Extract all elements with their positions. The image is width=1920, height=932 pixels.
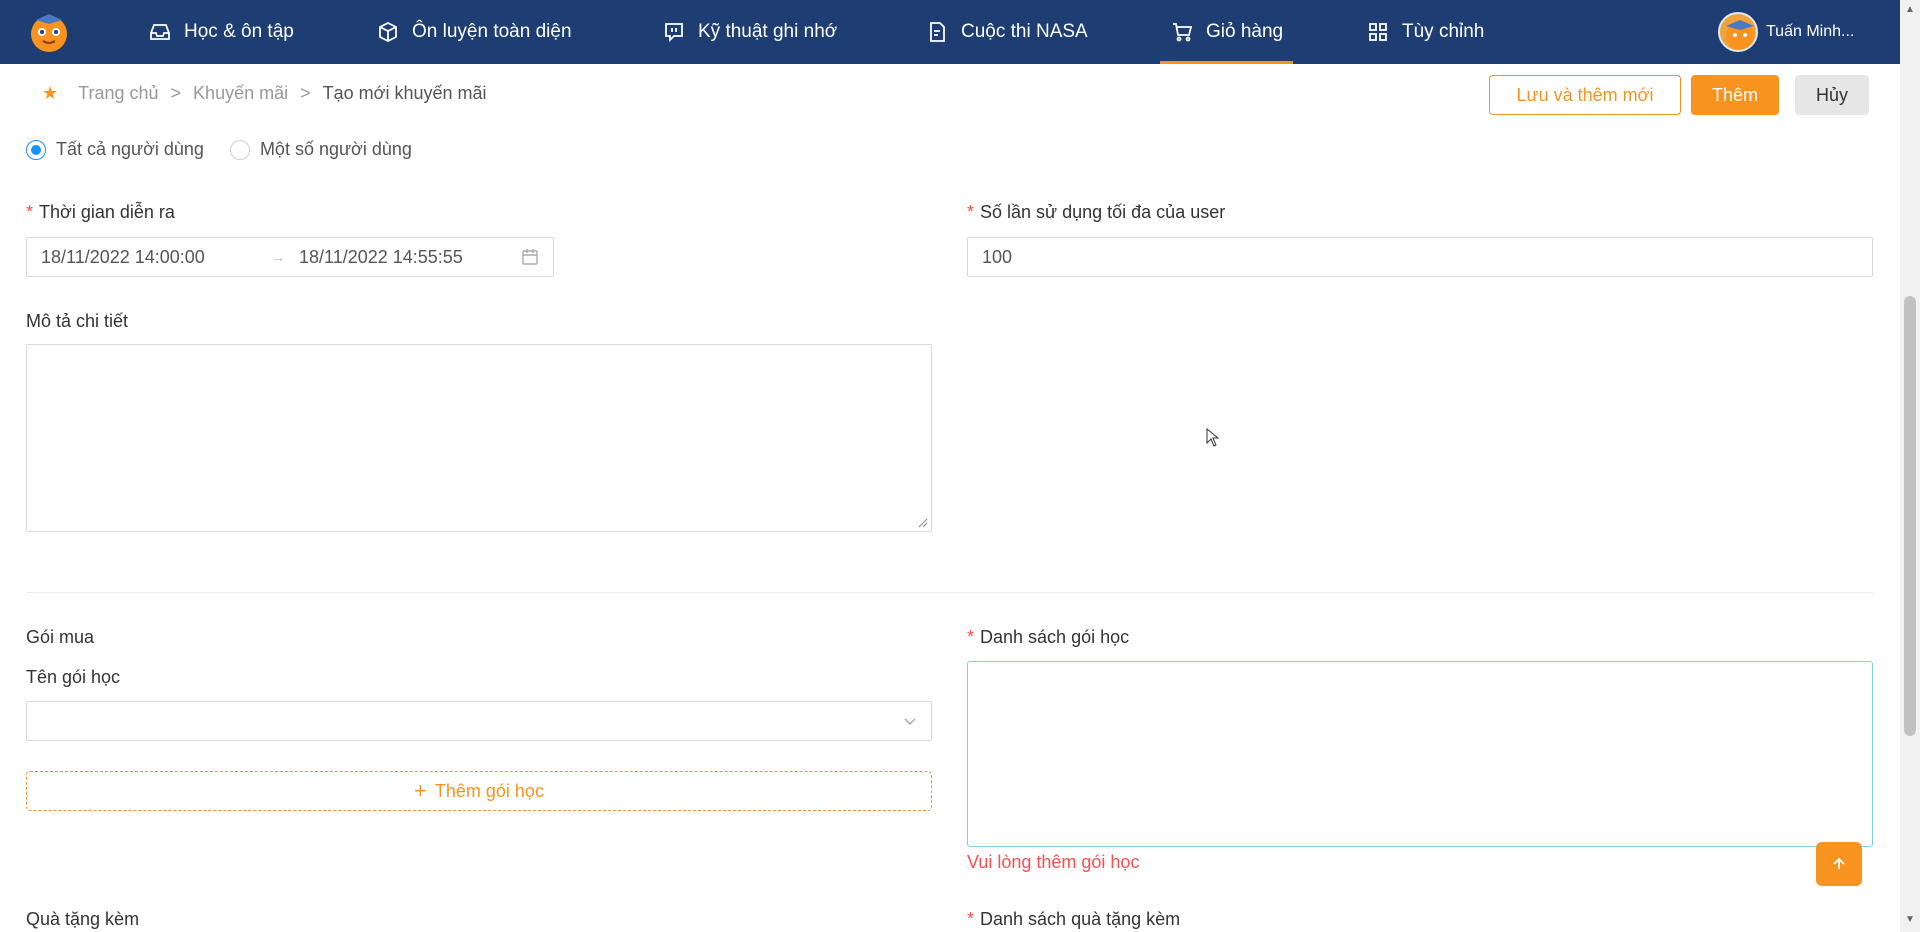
radio-checked-icon[interactable] xyxy=(26,139,46,160)
top-nav: Học & ôn tập Ôn luyện toàn diện Kỹ thuật… xyxy=(0,0,1900,64)
end-date-input[interactable]: 18/11/2022 14:55:55 xyxy=(299,247,499,268)
nav-label: Giỏ hàng xyxy=(1206,21,1284,42)
start-date-input[interactable]: 18/11/2022 14:00:00 xyxy=(41,247,271,268)
nav-item-gio-hang[interactable]: Giỏ hàng xyxy=(1159,0,1294,64)
max-usage-input[interactable]: 100 xyxy=(967,237,1873,277)
nav-item-ky-thuat[interactable]: Kỹ thuật ghi nhớ xyxy=(662,0,837,64)
package-list-box[interactable] xyxy=(967,661,1873,847)
section-divider xyxy=(26,592,1873,593)
nav-item-tuy-chinh[interactable]: Tùy chỉnh xyxy=(1366,0,1484,64)
radio-some-users[interactable]: Một số người dùng xyxy=(229,139,412,160)
nav-item-cuoc-thi[interactable]: Cuộc thi NASA xyxy=(925,0,1088,64)
nav-label: Cuộc thi NASA xyxy=(961,21,1088,42)
avatar xyxy=(1718,12,1758,52)
nav-label: Tùy chỉnh xyxy=(1402,21,1485,42)
radio-label: Tất cả người dùng xyxy=(56,139,204,159)
audience-radio-group: Tất cả người dùng Một số người dùng xyxy=(26,139,412,160)
radio-label: Một số người dùng xyxy=(259,139,412,159)
add-package-label: Thêm gói học xyxy=(434,780,544,801)
back-to-top-button[interactable] xyxy=(1816,842,1862,886)
radio-unchecked-icon[interactable] xyxy=(229,139,250,160)
nav-label: Ôn luyện toàn diện xyxy=(412,21,572,42)
calendar-icon[interactable] xyxy=(521,248,539,266)
nav-label: Học & ôn tập xyxy=(184,21,294,42)
cart-icon xyxy=(1173,23,1193,42)
save-and-new-button[interactable]: Lưu và thêm mới xyxy=(1489,75,1681,115)
package-name-label: Tên gói học xyxy=(26,667,121,687)
package-list-label: * Danh sách gói học xyxy=(967,627,1130,647)
breadcrumb-section[interactable]: Khuyến mãi xyxy=(193,83,288,104)
breadcrumb: ★ Trang chủ > Khuyến mãi > Tạo mới khuyế… xyxy=(42,83,487,104)
gift-section-label: Quà tặng kèm xyxy=(26,909,140,929)
page-scrollbar[interactable]: ▲ ▼ xyxy=(1900,0,1920,932)
package-section-label: Gói mua xyxy=(26,627,95,647)
description-label: Mô tả chi tiết xyxy=(26,311,129,331)
chat-icon xyxy=(665,23,683,43)
breadcrumb-separator: > xyxy=(170,83,182,103)
user-name: Tuấn Minh... xyxy=(1766,23,1855,40)
breadcrumb-current: Tạo mới khuyến mãi xyxy=(322,83,487,103)
scroll-down-icon[interactable]: ▼ xyxy=(1905,914,1915,925)
max-usage-label: * Số lần sử dụng tối đa của user xyxy=(967,202,1226,222)
document-icon xyxy=(930,22,945,42)
mouse-cursor-icon xyxy=(1206,428,1220,447)
scroll-thumb[interactable] xyxy=(1904,296,1916,736)
time-range-label: * Thời gian diễn ra xyxy=(26,202,175,222)
gift-list-label: * Danh sách quà tặng kèm xyxy=(967,909,1181,929)
grid-icon xyxy=(1369,23,1387,41)
inbox-icon xyxy=(150,24,170,40)
resize-handle-icon[interactable] xyxy=(918,518,928,528)
radio-all-users[interactable]: Tất cả người dùng xyxy=(26,139,204,160)
nav-label: Kỹ thuật ghi nhớ xyxy=(698,21,838,42)
chevron-down-icon xyxy=(904,718,916,725)
cube-icon xyxy=(379,21,397,43)
date-range-picker[interactable]: 18/11/2022 14:00:00 → 18/11/2022 14:55:5… xyxy=(26,237,554,277)
description-textarea[interactable] xyxy=(26,344,932,532)
add-button[interactable]: Thêm xyxy=(1691,75,1779,115)
package-name-select[interactable] xyxy=(26,701,932,741)
package-list-error: Vui lòng thêm gói học xyxy=(967,852,1140,872)
nav-item-hoc-on-tap[interactable]: Học & ôn tập xyxy=(148,0,294,64)
arrow-up-icon xyxy=(1833,857,1845,869)
add-package-button[interactable]: + Thêm gói học xyxy=(26,771,932,811)
cancel-button[interactable]: Hủy xyxy=(1795,75,1869,115)
scroll-up-icon[interactable]: ▲ xyxy=(1905,4,1915,15)
breadcrumb-home[interactable]: Trang chủ xyxy=(78,83,158,104)
app-logo[interactable] xyxy=(26,10,72,54)
nav-item-on-luyen[interactable]: Ôn luyện toàn diện xyxy=(376,0,572,64)
arrow-right-icon: → xyxy=(271,249,285,265)
star-icon: ★ xyxy=(42,83,59,103)
plus-icon: + xyxy=(414,778,427,803)
user-menu[interactable]: Tuấn Minh... xyxy=(1718,12,1854,52)
breadcrumb-separator: > xyxy=(300,83,311,103)
